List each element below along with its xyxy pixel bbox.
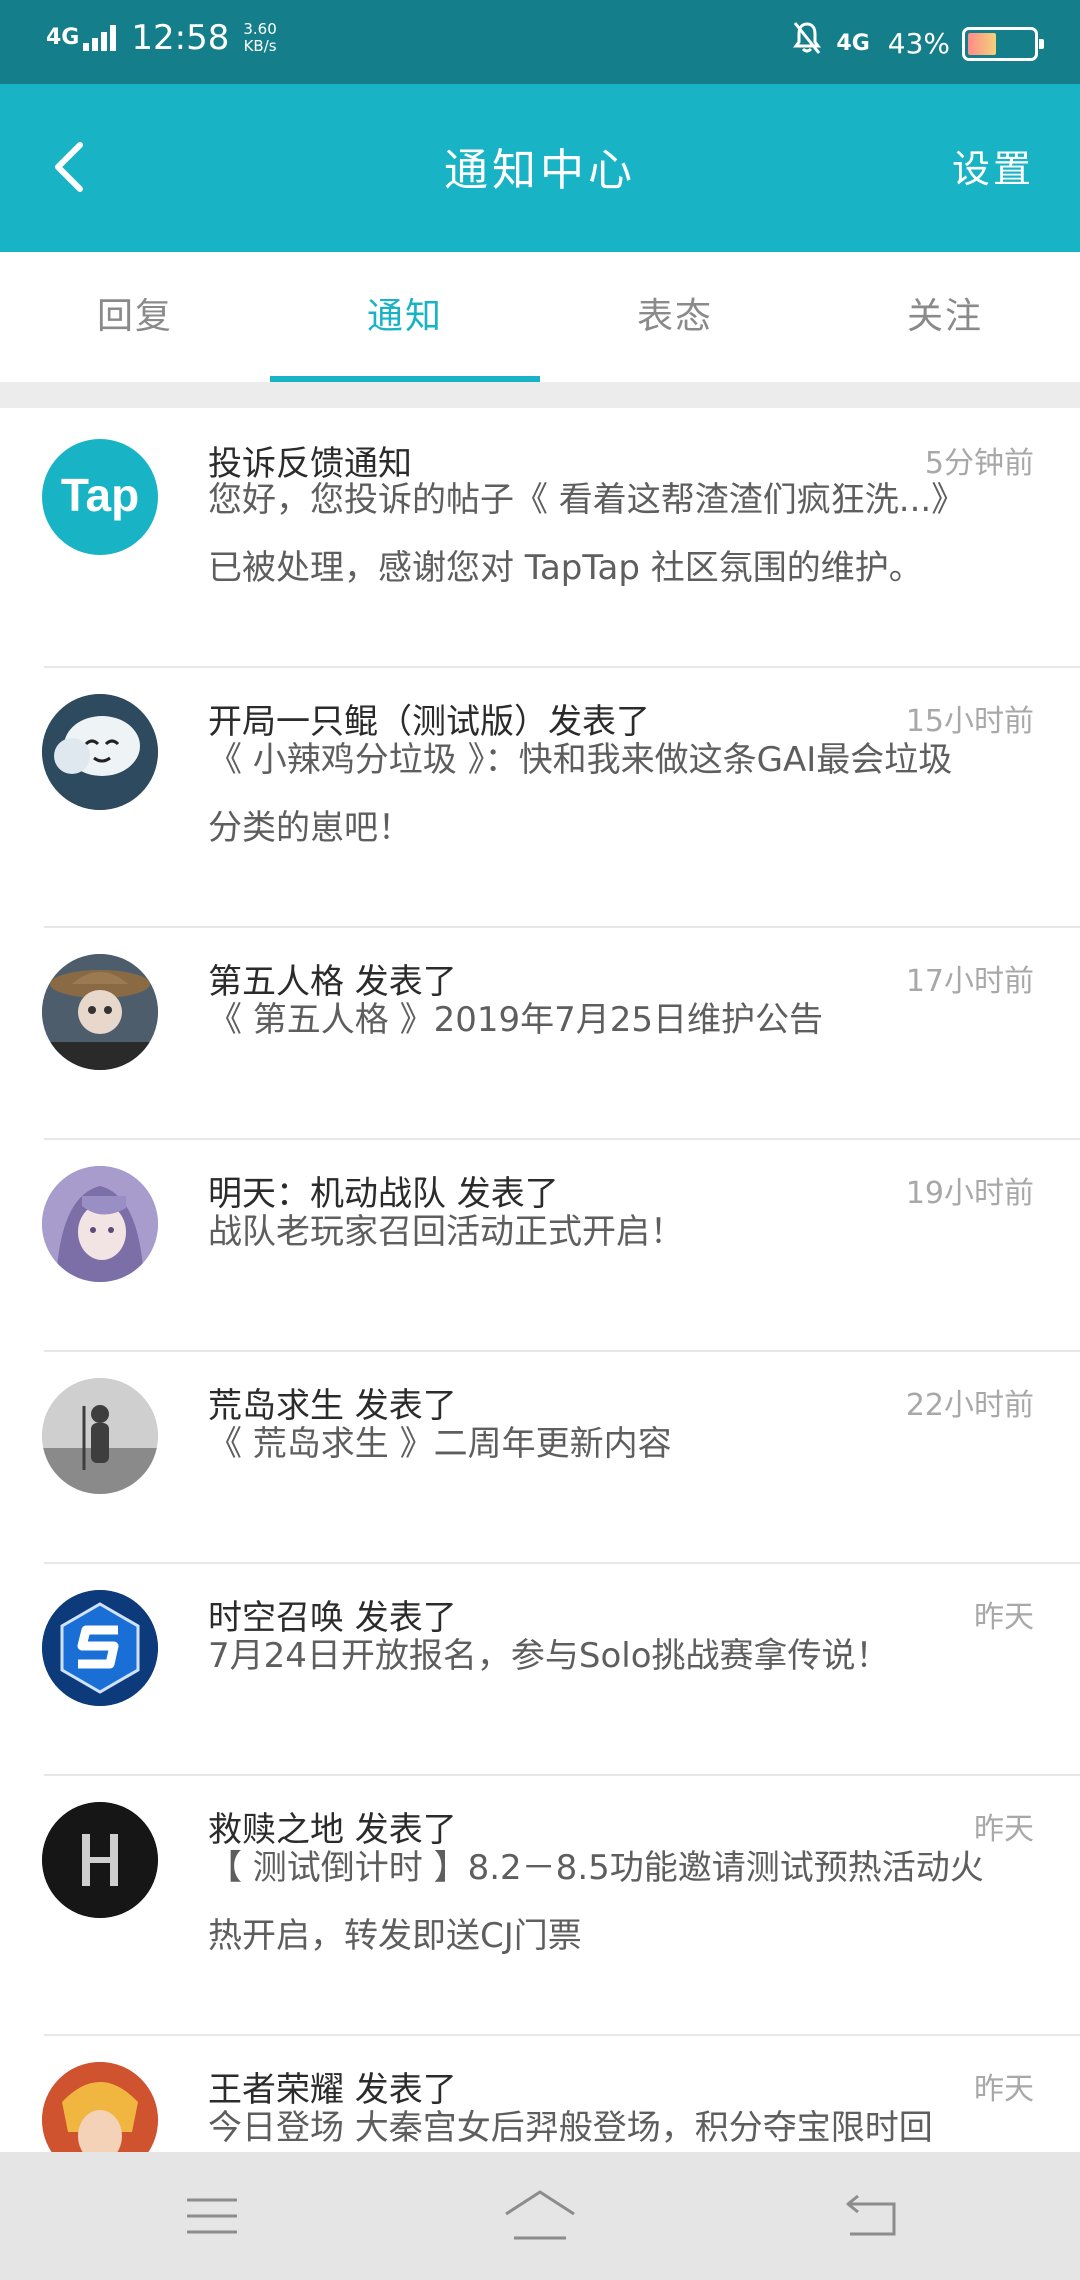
identity-v-avatar[interactable]	[42, 954, 158, 1070]
settings-button[interactable]: 设置	[952, 138, 1034, 193]
notification-item[interactable]: 开局一只鲲（测试版）发表了 15小时前 《 小辣鸡分垃圾 》：快和我来做这条GA…	[0, 668, 1080, 928]
app-bar: 通知中心 设置	[0, 84, 1080, 252]
tab-follows[interactable]: 关注	[810, 252, 1080, 382]
tab-label: 通知	[366, 296, 443, 337]
back-arrow-icon	[846, 2194, 896, 2236]
anime-girl-avatar[interactable]	[42, 1166, 158, 1282]
page-title: 通知中心	[444, 145, 636, 196]
notification-item[interactable]: 救赎之地 发表了 昨天 【 测试倒计时 】8.2－8.5功能邀请测试预热活动火 …	[0, 1776, 1080, 2036]
mute-bell-icon	[792, 20, 822, 67]
tab-label: 表态	[636, 296, 713, 337]
tab-notifications[interactable]: 通知	[270, 252, 540, 382]
s-logo-avatar[interactable]	[42, 1590, 158, 1706]
h-logo-avatar[interactable]	[42, 1802, 158, 1918]
network-speed-value: 3.60	[243, 20, 277, 38]
status-bar: 4G 12:58 3.60 KB/s 4G 43%	[0, 0, 1080, 84]
notification-body: 您好，您投诉的帖子《 看着这帮渣渣们疯狂洗...》 已被处理，感谢您对 TapT…	[208, 480, 966, 588]
tab-label: 回复	[96, 296, 173, 337]
svg-text:Tap: Tap	[61, 469, 139, 521]
notification-body: 《 第五人格 》2019年7月25日维护公告	[208, 1000, 824, 1040]
home-button[interactable]	[500, 2180, 580, 2252]
notification-item[interactable]: 第五人格 发表了 17小时前 《 第五人格 》2019年7月25日维护公告	[0, 928, 1080, 1140]
notification-item[interactable]: 王者荣耀 发表了 昨天 今日登场 大秦宫女后羿般登场，积分夺宝限时回	[0, 2036, 1080, 2152]
tab-label: 关注	[906, 296, 983, 337]
notification-body: 7月24日开放报名，参与Solo挑战赛拿传说！	[208, 1636, 890, 1676]
system-nav-bar	[0, 2152, 1080, 2280]
notification-list: Tap 投诉反馈通知 5分钟前 您好，您投诉的帖子《 看着这帮渣渣们疯狂洗...…	[0, 408, 1080, 2152]
notification-body: 战队老玩家召回活动正式开启！	[208, 1212, 684, 1252]
tab-reactions[interactable]: 表态	[540, 252, 810, 382]
notification-body: 【 测试倒计时 】8.2－8.5功能邀请测试预热活动火 热开启，转发即送CJ门票	[208, 1848, 984, 1956]
survivor-avatar[interactable]	[42, 1378, 158, 1494]
signal-icon	[83, 25, 119, 51]
back-nav-button[interactable]	[832, 2180, 912, 2252]
network-speed-unit: KB/s	[243, 37, 277, 55]
cartoon-avatar[interactable]	[42, 694, 158, 810]
battery-percent: 43%	[887, 27, 950, 60]
notification-item[interactable]: 明天：机动战队 发表了 19小时前 战队老玩家召回活动正式开启！	[0, 1140, 1080, 1352]
taptap-avatar[interactable]: Tap	[42, 439, 158, 555]
section-divider	[0, 382, 1080, 408]
notification-item[interactable]: Tap 投诉反馈通知 5分钟前 您好，您投诉的帖子《 看着这帮渣渣们疯狂洗...…	[0, 408, 1080, 668]
notification-body: 《 小辣鸡分垃圾 》：快和我来做这条GAI最会垃圾 分类的崽吧！	[208, 740, 953, 848]
tab-replies[interactable]: 回复	[0, 252, 270, 382]
notification-body: 今日登场 大秦宫女后羿般登场，积分夺宝限时回	[208, 2108, 933, 2148]
network-speed: 3.60 KB/s	[243, 21, 276, 55]
menu-icon	[187, 2198, 237, 2234]
battery-icon	[962, 26, 1044, 61]
notification-item[interactable]: 时空召唤 发表了 昨天 7月24日开放报名，参与Solo挑战赛拿传说！	[0, 1564, 1080, 1776]
hero-avatar[interactable]	[42, 2062, 158, 2152]
menu-button[interactable]	[172, 2180, 252, 2252]
network-type: 4G	[46, 25, 80, 50]
tab-bar: 回复 通知 表态 关注	[0, 252, 1080, 382]
home-icon	[505, 2190, 575, 2240]
notification-item[interactable]: 荒岛求生 发表了 22小时前 《 荒岛求生 》二周年更新内容	[0, 1352, 1080, 1564]
network-type-2: 4G	[836, 31, 870, 56]
notification-body: 《 荒岛求生 》二周年更新内容	[208, 1424, 672, 1464]
clock: 12:58	[131, 18, 230, 58]
